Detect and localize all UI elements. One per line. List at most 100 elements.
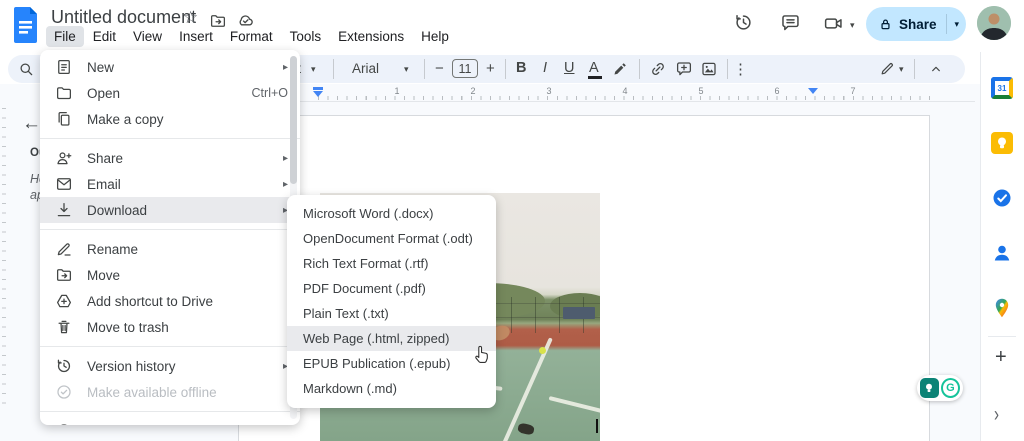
italic-button[interactable]: I: [543, 60, 547, 76]
text-cursor: [596, 419, 598, 433]
ruler: [238, 101, 975, 102]
menu-item-make-available-offline[interactable]: Make available offline: [40, 379, 300, 405]
insert-link-icon[interactable]: [649, 60, 667, 78]
meet-camera-icon[interactable]: [823, 13, 844, 34]
rename-pencil-icon: [55, 240, 73, 258]
menu-tools[interactable]: Tools: [282, 26, 330, 47]
menu-item-make-a-copy[interactable]: Make a copy: [40, 106, 300, 132]
submenu-item-html-zipped[interactable]: Web Page (.html, zipped): [287, 326, 496, 351]
docs-logo-icon[interactable]: [12, 6, 40, 44]
search-icon[interactable]: [17, 60, 35, 78]
show-side-panel-icon[interactable]: ›: [994, 403, 999, 427]
star-icon[interactable]: ☆: [183, 8, 198, 28]
menu-item-rename[interactable]: Rename: [40, 236, 300, 262]
left-indent-marker[interactable]: [313, 87, 323, 90]
ruler-number: 2: [470, 86, 475, 96]
font-size-input[interactable]: 11: [452, 59, 478, 78]
ruler-number: 3: [546, 86, 551, 96]
close-outline-arrow-icon[interactable]: ←: [22, 113, 41, 135]
account-avatar[interactable]: [977, 6, 1011, 40]
underline-button[interactable]: U: [564, 60, 574, 76]
font-size-increase-button[interactable]: +: [486, 60, 495, 77]
submenu-item-rtf[interactable]: Rich Text Format (.rtf): [287, 251, 496, 276]
offline-check-icon: [55, 383, 73, 401]
document-title[interactable]: Untitled document: [51, 7, 196, 28]
hide-menus-icon[interactable]: [928, 61, 944, 77]
submenu-item-pdf[interactable]: PDF Document (.pdf): [287, 276, 496, 301]
share-button[interactable]: Share ▾: [866, 7, 966, 41]
menu-item-add-shortcut-to-drive[interactable]: Add shortcut to Drive: [40, 288, 300, 314]
menu-item-open[interactable]: Open Ctrl+O: [40, 80, 300, 106]
trash-icon: [55, 318, 73, 336]
menu-item-move-to-trash[interactable]: Move to trash: [40, 314, 300, 340]
new-document-icon: [55, 58, 73, 76]
grammarly-logo-icon: G: [941, 378, 960, 398]
bold-button[interactable]: B: [516, 60, 526, 76]
calendar-icon[interactable]: 31: [991, 77, 1013, 99]
menu-edit[interactable]: Edit: [85, 26, 124, 47]
maps-icon[interactable]: [991, 297, 1013, 319]
download-icon: [55, 201, 73, 219]
style-dropdown-icon[interactable]: ▾: [311, 64, 316, 75]
first-line-indent-marker[interactable]: [313, 91, 323, 97]
tasks-icon[interactable]: [991, 187, 1013, 209]
shortcut-label: Ctrl+O: [252, 86, 288, 100]
drive-add-icon: [55, 292, 73, 310]
menu-format[interactable]: Format: [222, 26, 281, 47]
right-indent-marker[interactable]: [808, 88, 818, 94]
font-select[interactable]: Arial: [352, 61, 379, 76]
menu-item-version-history[interactable]: Version history ▸: [40, 353, 300, 379]
camera-dropdown-icon[interactable]: ▾: [850, 20, 855, 31]
font-dropdown-icon[interactable]: ▾: [404, 64, 409, 75]
mouse-hand-cursor: [471, 344, 493, 366]
player-shoe: [517, 422, 535, 435]
menu-item-download[interactable]: Download ▸: [40, 197, 300, 223]
toolbar-divider: [333, 59, 334, 79]
share-divider: [946, 14, 947, 34]
submenu-arrow-icon: ▸: [283, 62, 288, 73]
font-size-decrease-button[interactable]: −: [435, 60, 444, 77]
menu-scrollbar-thumb[interactable]: [290, 56, 297, 184]
menu-file[interactable]: File: [46, 26, 84, 47]
menu-insert[interactable]: Insert: [171, 26, 221, 47]
insert-image-icon[interactable]: [700, 60, 718, 78]
contacts-icon[interactable]: [991, 242, 1013, 264]
court-sign: [563, 307, 595, 319]
editing-mode-dropdown-icon[interactable]: ▾: [899, 64, 904, 75]
menu-view[interactable]: View: [125, 26, 170, 47]
submenu-item-txt[interactable]: Plain Text (.txt): [287, 301, 496, 326]
editing-mode-icon[interactable]: [879, 60, 896, 77]
tennis-ball: [539, 347, 546, 354]
menu-item-details[interactable]: Details: [40, 418, 300, 425]
share-button-label: Share: [899, 17, 937, 32]
submenu-item-md[interactable]: Markdown (.md): [287, 376, 496, 401]
grammarly-widget[interactable]: G: [917, 375, 963, 401]
get-addons-button[interactable]: +: [995, 346, 1007, 369]
submenu-item-docx[interactable]: Microsoft Word (.docx): [287, 201, 496, 226]
google-docs-app: Untitled document ☆ File Edit View Inser…: [0, 0, 1024, 441]
more-tools-button[interactable]: ⋮: [733, 60, 748, 78]
comments-icon[interactable]: [780, 12, 801, 33]
toolbar-divider: [424, 59, 425, 79]
share-dropdown-icon[interactable]: ▾: [955, 19, 960, 30]
submenu-item-odt[interactable]: OpenDocument Format (.odt): [287, 226, 496, 251]
highlight-color-icon[interactable]: [612, 60, 629, 77]
text-color-button[interactable]: A: [589, 60, 599, 76]
toolbar-divider: [639, 59, 640, 79]
menu-item-new[interactable]: New ▸: [40, 54, 300, 80]
ruler-ticks: [318, 96, 932, 100]
menu-item-email[interactable]: Email ▸: [40, 171, 300, 197]
menu-divider: [40, 138, 300, 139]
menu-item-move[interactable]: Move: [40, 262, 300, 288]
grammarly-suggestion-icon: [920, 378, 939, 398]
menu-extensions[interactable]: Extensions: [330, 26, 412, 47]
menu-help[interactable]: Help: [413, 26, 457, 47]
submenu-item-epub[interactable]: EPUB Publication (.epub): [287, 351, 496, 376]
menu-bar: File Edit View Insert Format Tools Exten…: [46, 26, 457, 47]
version-history-icon[interactable]: [733, 12, 754, 33]
menu-item-share[interactable]: Share ▸: [40, 145, 300, 171]
keep-icon[interactable]: [991, 132, 1013, 154]
lock-icon: [878, 17, 893, 32]
add-comment-icon[interactable]: [675, 60, 693, 78]
ruler-number: 1: [394, 86, 399, 96]
